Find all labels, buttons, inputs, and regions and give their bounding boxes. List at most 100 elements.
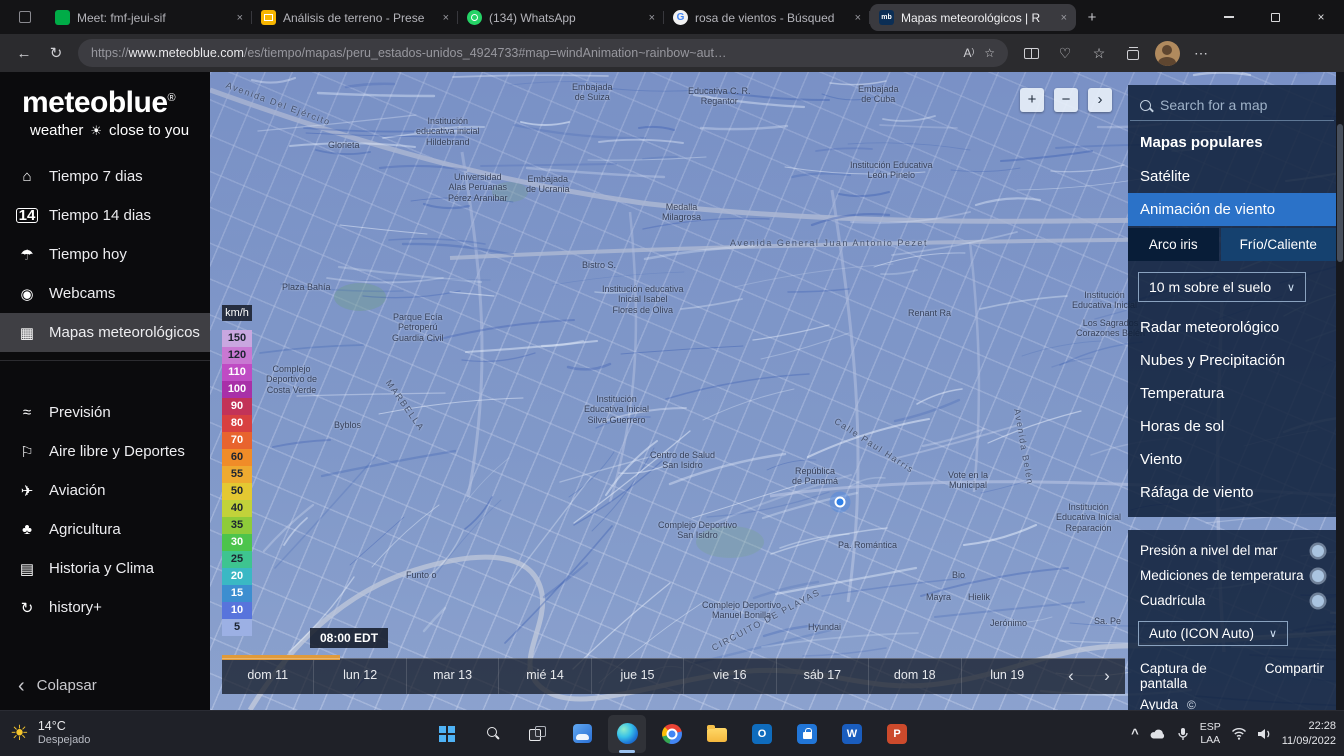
settings-menu-icon[interactable]: ⋯ [1186, 39, 1216, 67]
scrollbar-thumb[interactable] [1337, 124, 1343, 262]
taskbar-weather-widget[interactable]: ☀ 14°C Despejado [10, 711, 90, 756]
overlay-label: Presión a nivel del mar [1140, 543, 1278, 558]
pan-right-button[interactable]: › [1088, 88, 1112, 112]
maximize-button[interactable] [1252, 0, 1298, 34]
store-button[interactable] [788, 715, 826, 753]
sidebar-item-previsi-n[interactable]: ≈ Previsión [0, 393, 210, 432]
task-view-button[interactable] [518, 715, 556, 753]
wifi-icon[interactable] [1231, 727, 1247, 740]
browser-tab[interactable]: Grosa de vientos - Búsqued × [664, 4, 870, 31]
volume-icon[interactable] [1257, 728, 1272, 740]
language-indicator[interactable]: ESP LAA [1200, 721, 1221, 746]
start-button[interactable] [428, 715, 466, 753]
map-layer-item[interactable]: Horas de sol [1128, 410, 1336, 443]
model-dropdown[interactable]: Auto (ICON Auto) ∨ [1138, 621, 1288, 646]
browser-tab[interactable]: Meet: fmf-jeui-sif × [46, 4, 252, 31]
chrome-taskbar-button[interactable] [653, 715, 691, 753]
word-button[interactable] [833, 715, 871, 753]
browser-essentials-icon[interactable]: ♡ [1050, 39, 1080, 67]
new-tab-button[interactable]: + [1078, 4, 1106, 30]
sidebar-item-agricultura[interactable]: ♣ Agricultura [0, 510, 210, 549]
map-search[interactable] [1130, 85, 1334, 121]
weather-map[interactable]: Avenida Del Ejército Glorieta Institución … [210, 72, 1344, 710]
tab-close-icon[interactable]: × [443, 12, 449, 24]
outlook-button[interactable] [743, 715, 781, 753]
map-search-input[interactable] [1160, 97, 1320, 113]
sidebar-item-mapas-meteorol-gicos[interactable]: ▦ Mapas meteorológicos [0, 313, 210, 352]
profile-avatar[interactable] [1152, 39, 1182, 67]
edge-taskbar-button[interactable] [608, 714, 646, 753]
sidebar-item-aviaci-n[interactable]: ✈ Aviación [0, 471, 210, 510]
sidebar-item-tiempo-7-dias[interactable]: ⌂ Tiempo 7 dias [0, 157, 210, 196]
workspace-button[interactable] [8, 4, 42, 30]
variant-button[interactable]: Arco iris [1128, 228, 1219, 261]
timeline-day[interactable]: mié 14 [498, 658, 590, 694]
overlay-toggle-row[interactable]: Mediciones de temperatura [1128, 563, 1336, 588]
location-marker[interactable] [834, 496, 846, 508]
refresh-button[interactable]: ↻ [42, 39, 70, 67]
zoom-out-button[interactable]: − [1054, 88, 1078, 112]
map-layer-item[interactable]: Temperatura [1128, 377, 1336, 410]
overlay-toggle-row[interactable]: Cuadrícula [1128, 588, 1336, 613]
taskbar-clock[interactable]: 22:28 11/09/2022 [1282, 719, 1336, 748]
timeline-day[interactable]: lun 19 [960, 658, 1053, 694]
map-layer-item[interactable]: Animación de viento [1128, 193, 1336, 226]
timeline-next-button[interactable]: › [1089, 666, 1125, 686]
browser-tab[interactable]: (134) WhatsApp × [458, 4, 664, 31]
tab-close-icon[interactable]: × [237, 12, 243, 24]
variant-button[interactable]: Frío/Caliente [1220, 228, 1336, 261]
close-button[interactable]: × [1298, 0, 1344, 34]
sidebar-item-aire-libre-y-deportes[interactable]: ⚐ Aire libre y Deportes [0, 432, 210, 471]
hidden-icons-button[interactable]: ^ [1131, 726, 1139, 741]
timeline-day[interactable]: vie 16 [683, 658, 775, 694]
timeline-day[interactable]: sáb 17 [775, 658, 868, 694]
tab-close-icon[interactable]: × [1061, 12, 1067, 24]
sidebar-item-historia-y-clima[interactable]: ▤ Historia y Clima [0, 549, 210, 588]
collections-icon[interactable] [1118, 39, 1148, 67]
browser-tab[interactable]: Análisis de terreno - Prese × [252, 4, 458, 31]
zoom-in-button[interactable]: + [1020, 88, 1044, 112]
back-button[interactable]: ← [10, 39, 38, 67]
split-screen-icon[interactable] [1016, 39, 1046, 67]
read-aloud-icon[interactable]: A [964, 46, 975, 60]
sidebar-item-tiempo-14-dias[interactable]: 14 Tiempo 14 dias [0, 196, 210, 235]
overlay-toggle-row[interactable]: Presión a nivel del mar [1128, 538, 1336, 563]
timeline-day[interactable]: dom 18 [868, 658, 960, 694]
browser-tab[interactable]: mb Mapas meteorológicos | R × [870, 4, 1076, 31]
microphone-icon[interactable] [1176, 727, 1190, 741]
tab-close-icon[interactable]: × [649, 12, 655, 24]
onedrive-icon[interactable] [1149, 728, 1166, 740]
map-layer-item[interactable]: Nubes y Precipitación [1128, 344, 1336, 377]
tab-close-icon[interactable]: × [855, 12, 861, 24]
timeline-day[interactable]: jue 15 [590, 658, 683, 694]
widgets-button[interactable] [563, 715, 601, 753]
sidebar-item-tiempo-hoy[interactable]: ☂ Tiempo hoy [0, 235, 210, 274]
powerpoint-button[interactable] [878, 715, 916, 753]
share-link[interactable]: Compartir [1265, 661, 1324, 691]
help-link[interactable]: Ayuda [1140, 697, 1178, 710]
copyright-icon[interactable]: © [1187, 698, 1196, 711]
workspace-icon [19, 11, 31, 23]
address-url-field[interactable]: https://www.meteoblue.com/es/tiempo/mapa… [78, 39, 1008, 67]
height-level-dropdown[interactable]: 10 m sobre el suelo ∨ [1138, 272, 1306, 302]
minimize-button[interactable] [1206, 0, 1252, 34]
taskbar-search-button[interactable] [473, 715, 511, 753]
timeline-prev-button[interactable]: ‹ [1053, 666, 1089, 686]
sidebar-collapse-button[interactable]: ‹ Colapsar [18, 676, 97, 696]
page-scrollbar[interactable] [1336, 72, 1344, 710]
timeline-day[interactable]: lun 12 [313, 658, 405, 694]
timeline-bar[interactable]: dom 11 lun 12 mar 13 mié 14 jue 15 vie 16 sáb … [222, 655, 1125, 694]
map-layer-item[interactable]: Satélite [1128, 160, 1336, 193]
map-layer-item[interactable]: Ráfaga de viento [1128, 476, 1336, 509]
sidebar-item-history-[interactable]: ↻ history+ [0, 588, 210, 627]
screenshot-link[interactable]: Captura de pantalla [1140, 661, 1249, 691]
meteoblue-logo[interactable]: meteoblue® [0, 72, 210, 120]
timeline-day[interactable]: mar 13 [405, 658, 498, 694]
map-layer-item[interactable]: Viento [1128, 443, 1336, 476]
add-favorite-icon[interactable]: ☆ [984, 46, 995, 60]
sidebar-item-webcams[interactable]: ◉ Webcams [0, 274, 210, 313]
map-layer-item[interactable]: Radar meteorológico [1128, 311, 1336, 344]
file-explorer-button[interactable] [698, 715, 736, 753]
favorites-icon[interactable]: ☆ [1084, 39, 1114, 67]
timeline-day[interactable]: dom 11 [222, 658, 313, 694]
